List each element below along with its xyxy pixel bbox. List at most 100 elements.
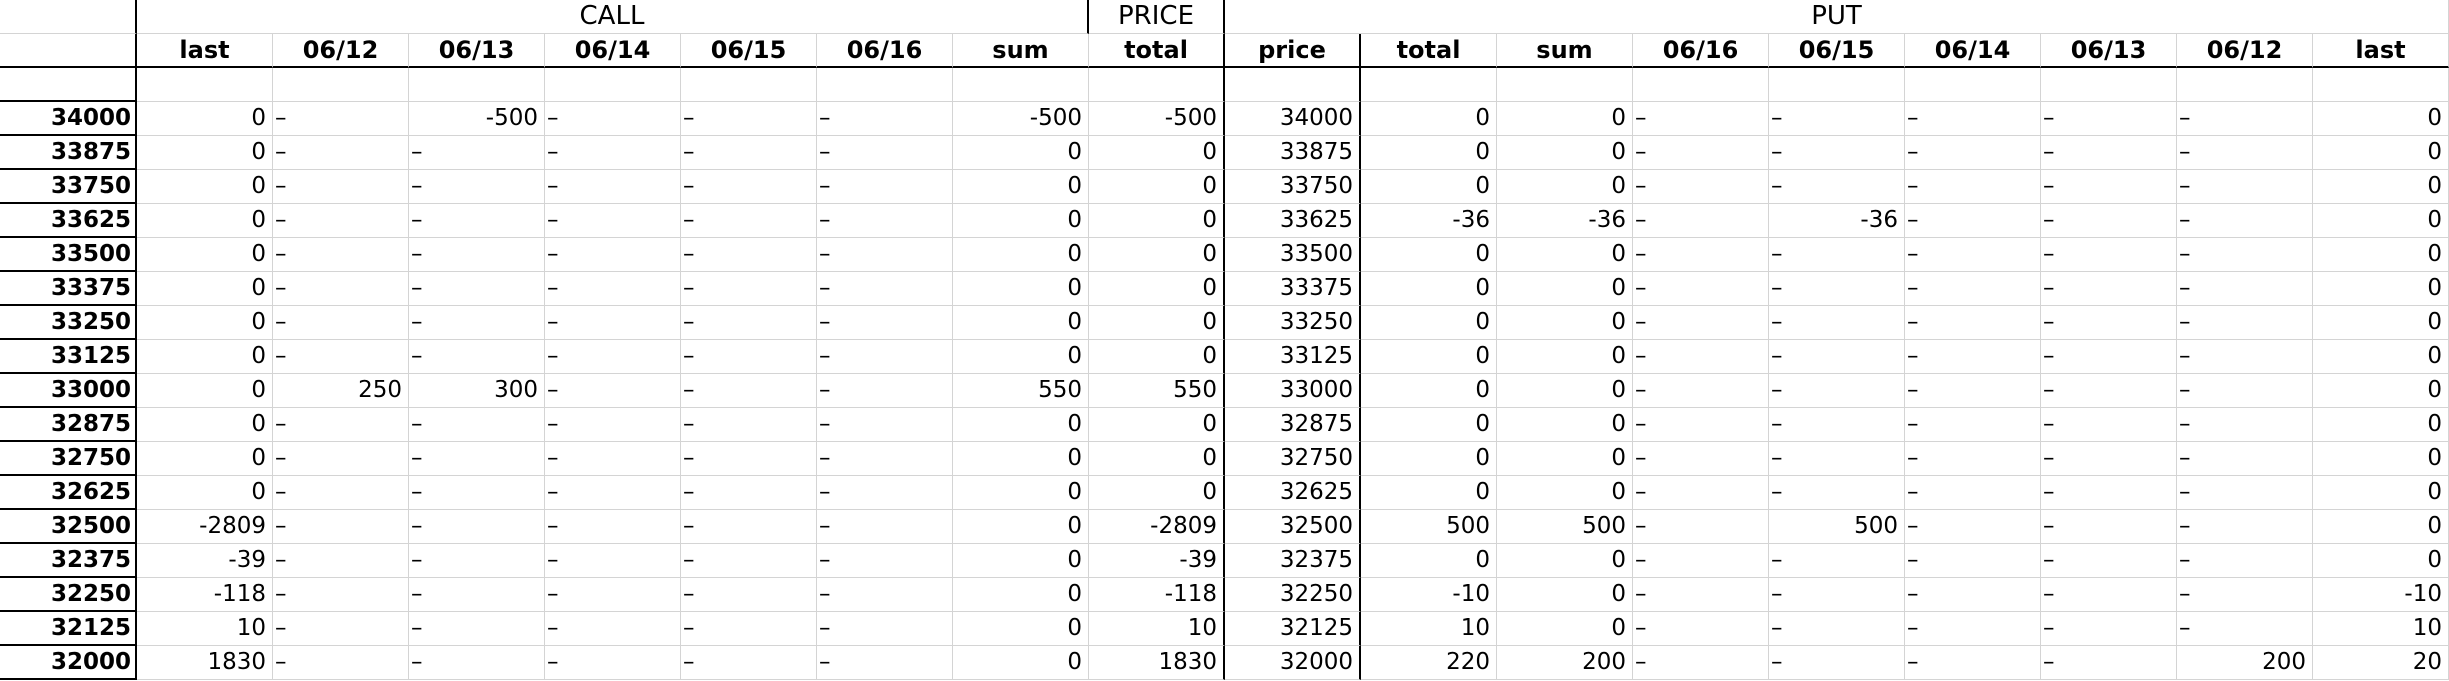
empty-cell[interactable] — [409, 68, 545, 102]
table-cell[interactable]: – — [1769, 578, 1905, 612]
column-header-6[interactable]: 06/16 — [817, 34, 953, 68]
table-cell[interactable]: 0 — [1497, 170, 1633, 204]
table-cell[interactable]: 0 — [2313, 340, 2449, 374]
table-cell[interactable]: – — [545, 204, 681, 238]
table-cell[interactable]: – — [2177, 442, 2313, 476]
table-cell[interactable]: – — [681, 102, 817, 136]
strike-row-header[interactable]: 33500 — [0, 238, 137, 272]
table-cell[interactable]: -2809 — [137, 510, 273, 544]
table-cell[interactable]: -118 — [1089, 578, 1225, 612]
table-cell[interactable]: – — [1633, 544, 1769, 578]
table-cell[interactable]: 0 — [2313, 476, 2449, 510]
table-cell[interactable]: – — [273, 136, 409, 170]
table-cell[interactable]: 0 — [1089, 408, 1225, 442]
table-cell[interactable]: – — [2041, 408, 2177, 442]
table-cell[interactable]: 300 — [409, 374, 545, 408]
table-cell[interactable]: – — [681, 136, 817, 170]
table-cell[interactable]: 33500 — [1225, 238, 1361, 272]
column-header-5[interactable]: 06/15 — [681, 34, 817, 68]
table-cell[interactable]: – — [817, 442, 953, 476]
empty-cell[interactable] — [2313, 68, 2449, 102]
table-cell[interactable]: – — [681, 272, 817, 306]
column-header-17[interactable]: last — [2313, 34, 2449, 68]
empty-cell[interactable] — [681, 68, 817, 102]
table-cell[interactable]: – — [545, 340, 681, 374]
table-cell[interactable]: 0 — [1497, 340, 1633, 374]
table-cell[interactable]: – — [1905, 544, 2041, 578]
strike-row-header[interactable]: 32500 — [0, 510, 137, 544]
table-cell[interactable]: – — [681, 306, 817, 340]
corner-cell-2[interactable] — [0, 34, 137, 68]
table-cell[interactable]: 32250 — [1225, 578, 1361, 612]
table-cell[interactable]: – — [1905, 136, 2041, 170]
table-cell[interactable]: 32125 — [1225, 612, 1361, 646]
table-cell[interactable]: 0 — [137, 476, 273, 510]
table-cell[interactable]: 10 — [1089, 612, 1225, 646]
table-cell[interactable]: – — [545, 136, 681, 170]
table-cell[interactable]: – — [273, 204, 409, 238]
column-header-12[interactable]: 06/16 — [1633, 34, 1769, 68]
table-cell[interactable]: – — [2041, 612, 2177, 646]
table-cell[interactable]: – — [1769, 102, 1905, 136]
table-cell[interactable]: 1830 — [137, 646, 273, 680]
table-cell[interactable]: – — [681, 442, 817, 476]
table-cell[interactable]: 0 — [137, 408, 273, 442]
strike-row-header[interactable]: 33375 — [0, 272, 137, 306]
table-cell[interactable]: 0 — [953, 408, 1089, 442]
table-cell[interactable]: – — [2041, 170, 2177, 204]
table-cell[interactable]: – — [545, 646, 681, 680]
table-cell[interactable]: – — [1905, 340, 2041, 374]
strike-row-header[interactable]: 32125 — [0, 612, 137, 646]
table-cell[interactable]: – — [681, 170, 817, 204]
corner-cell[interactable] — [0, 0, 137, 34]
table-cell[interactable]: – — [545, 612, 681, 646]
table-cell[interactable]: – — [2041, 306, 2177, 340]
table-cell[interactable]: – — [681, 578, 817, 612]
table-cell[interactable]: 32375 — [1225, 544, 1361, 578]
empty-cell[interactable] — [1497, 68, 1633, 102]
empty-cell[interactable] — [1089, 68, 1225, 102]
strike-row-header[interactable]: 33250 — [0, 306, 137, 340]
table-cell[interactable]: 10 — [2313, 612, 2449, 646]
strike-row-header[interactable]: 32000 — [0, 646, 137, 680]
strike-row-header[interactable]: 33125 — [0, 340, 137, 374]
table-cell[interactable]: 33625 — [1225, 204, 1361, 238]
table-cell[interactable]: – — [817, 136, 953, 170]
table-cell[interactable]: – — [1769, 544, 1905, 578]
table-cell[interactable]: – — [409, 306, 545, 340]
column-header-14[interactable]: 06/14 — [1905, 34, 2041, 68]
table-cell[interactable]: 0 — [953, 340, 1089, 374]
table-cell[interactable]: 0 — [2313, 408, 2449, 442]
table-cell[interactable]: – — [2177, 578, 2313, 612]
table-cell[interactable]: – — [409, 442, 545, 476]
table-cell[interactable]: – — [409, 510, 545, 544]
table-cell[interactable]: 0 — [1089, 340, 1225, 374]
table-cell[interactable]: – — [2177, 374, 2313, 408]
table-cell[interactable]: 500 — [1497, 510, 1633, 544]
table-cell[interactable]: 0 — [1497, 578, 1633, 612]
table-cell[interactable]: – — [2177, 476, 2313, 510]
table-cell[interactable]: 0 — [137, 442, 273, 476]
table-cell[interactable]: 0 — [953, 170, 1089, 204]
table-cell[interactable]: 0 — [953, 646, 1089, 680]
table-cell[interactable]: – — [1905, 578, 2041, 612]
table-cell[interactable]: 33250 — [1225, 306, 1361, 340]
table-cell[interactable]: – — [545, 442, 681, 476]
table-cell[interactable]: – — [1633, 646, 1769, 680]
table-cell[interactable]: – — [817, 374, 953, 408]
table-cell[interactable]: – — [2041, 476, 2177, 510]
table-cell[interactable]: – — [2041, 136, 2177, 170]
table-cell[interactable]: 0 — [1089, 238, 1225, 272]
table-cell[interactable]: 0 — [1089, 442, 1225, 476]
table-cell[interactable]: 0 — [953, 442, 1089, 476]
table-cell[interactable]: – — [545, 272, 681, 306]
table-cell[interactable]: – — [545, 102, 681, 136]
table-cell[interactable]: – — [409, 340, 545, 374]
table-cell[interactable]: 0 — [1089, 272, 1225, 306]
table-cell[interactable]: – — [545, 374, 681, 408]
table-cell[interactable]: 0 — [1361, 408, 1497, 442]
table-cell[interactable]: – — [681, 204, 817, 238]
table-cell[interactable]: 33000 — [1225, 374, 1361, 408]
table-cell[interactable]: – — [1905, 442, 2041, 476]
table-cell[interactable]: – — [409, 238, 545, 272]
